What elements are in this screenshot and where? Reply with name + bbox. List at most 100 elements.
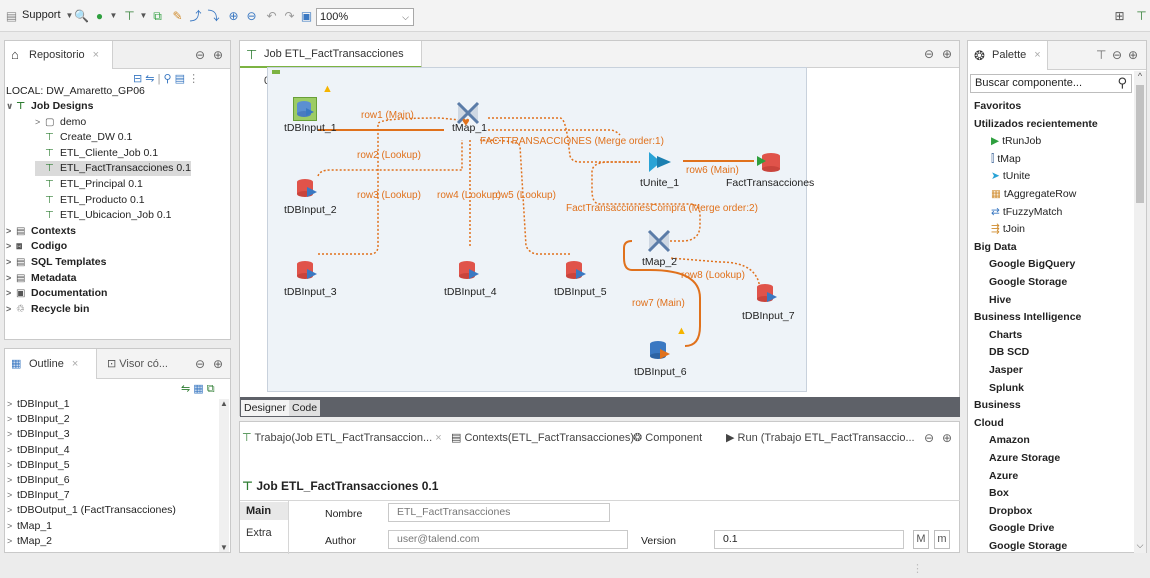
tdbinput-2-node[interactable]: [295, 177, 319, 201]
properties-panel: ⊤ Trabajo(Job ETL_FactTransaccion... × ▤…: [239, 421, 960, 554]
palette-category[interactable]: Jasper: [968, 361, 1125, 379]
maximize-icon[interactable]: ⊕: [1128, 48, 1138, 62]
tab-contexts[interactable]: ▤ Contexts(ETL_FactTransacciones): [451, 431, 634, 444]
nombre-field[interactable]: ETL_FactTransacciones: [388, 503, 610, 522]
palette-category[interactable]: Amazon: [968, 431, 1125, 449]
tab-designer[interactable]: Designer: [241, 400, 290, 416]
side-tab-main[interactable]: Main: [240, 502, 288, 520]
tab-code[interactable]: Code: [289, 400, 321, 416]
palette-category[interactable]: Cloud: [968, 414, 1125, 432]
palette-category[interactable]: Hive: [968, 291, 1125, 309]
version-field[interactable]: 0.1: [714, 530, 904, 549]
warning-icon[interactable]: ▲: [322, 83, 333, 95]
palette-item-label: Big Data: [974, 240, 1017, 253]
tunite-1-node[interactable]: [647, 150, 671, 174]
palette-category[interactable]: Utilizados recientemente: [968, 115, 1125, 133]
tab-component[interactable]: ❂ Component: [633, 431, 702, 444]
chevron-up-icon[interactable]: ^: [1134, 71, 1146, 81]
palette-component[interactable]: ➤ tUnite: [968, 167, 1125, 185]
palette-item-label: Favoritos: [974, 100, 1022, 112]
palette-item-label: Amazon: [989, 434, 1030, 447]
status-bar: ⋮: [0, 558, 1150, 578]
palette-category[interactable]: Google BigQuery: [968, 255, 1125, 273]
palette-item-label: tRunJob: [1002, 135, 1042, 148]
palette-item-label: Cloud: [974, 416, 1004, 429]
minor-version-button[interactable]: m: [934, 530, 950, 549]
palette-search-input[interactable]: Buscar componente...: [975, 77, 1082, 89]
filter-icon[interactable]: ⊤: [1096, 48, 1106, 62]
maximize-icon[interactable]: ⊕: [942, 431, 952, 445]
palette-component[interactable]: ⇄ tFuzzyMatch: [968, 203, 1125, 221]
palette-category[interactable]: Google Storage: [968, 537, 1125, 552]
flow-label-row5: row5 (Lookup): [492, 190, 556, 201]
close-icon[interactable]: ×: [435, 432, 441, 444]
palette-category[interactable]: DB SCD: [968, 343, 1125, 361]
tab-palette[interactable]: ❂ Palette ×: [968, 41, 1048, 70]
palette-category[interactable]: Google Storage: [968, 273, 1125, 291]
job-icon: ⊤: [242, 479, 253, 493]
palette-item-label: Google Storage: [989, 276, 1068, 288]
flow-label-row3: row3 (Lookup): [357, 190, 421, 201]
palette-category[interactable]: Favoritos: [968, 97, 1125, 115]
flow-label-row8: row8 (Lookup): [681, 270, 745, 281]
major-version-button[interactable]: M: [913, 530, 929, 549]
palette-component[interactable]: ▦ tAggregateRow: [968, 185, 1125, 203]
flow-label-row1: row1 (Main): [361, 110, 414, 121]
palette-component[interactable]: ▶ tRunJob: [968, 132, 1125, 150]
tab-job-properties[interactable]: ⊤ Trabajo(Job ETL_FactTransaccion... ×: [242, 431, 442, 444]
database-icon: [297, 101, 314, 117]
tdbinput-1-node[interactable]: [293, 97, 317, 121]
palette-item-label: Utilizados recientemente: [974, 117, 1098, 130]
run-job-icon: ▶: [991, 135, 1000, 148]
minimize-icon[interactable]: ⊖: [1112, 48, 1122, 62]
tdbinput-3-node[interactable]: [295, 259, 319, 283]
version-label: Version: [641, 535, 677, 547]
chevron-down-icon[interactable]: ⌵: [1134, 540, 1146, 551]
database-icon: [297, 179, 317, 197]
tdbinput-6-label: tDBInput_6: [634, 366, 687, 378]
search-icon[interactable]: ⚲: [1117, 75, 1127, 91]
unite-icon: [649, 152, 671, 172]
fuzzy-match-icon: ⇄: [991, 205, 1000, 218]
tmap-2-node[interactable]: [646, 228, 671, 253]
database-icon: [650, 341, 670, 359]
scroll-thumb[interactable]: [1136, 85, 1144, 203]
author-field[interactable]: user@talend.com: [388, 530, 628, 549]
tdbinput-7-node[interactable]: [755, 282, 779, 306]
database-icon: [757, 284, 777, 302]
palette-category[interactable]: Google Drive: [968, 519, 1125, 537]
palette-component[interactable]: ⫿ tMap: [968, 150, 1125, 168]
palette-category[interactable]: Business: [968, 396, 1125, 414]
tmap-1-label: tMap_1: [452, 122, 488, 134]
palette-category[interactable]: Charts: [968, 326, 1125, 344]
palette-category[interactable]: Azure Storage: [968, 449, 1125, 467]
palette-search[interactable]: Buscar componente... ⚲: [970, 74, 1132, 93]
fact-transacciones-node[interactable]: [757, 150, 781, 174]
database-icon: [459, 261, 479, 279]
palette-item-label: Dropbox: [989, 504, 1033, 517]
tdbinput-5-node[interactable]: [564, 259, 588, 283]
palette-component[interactable]: ⇶ tJoin: [968, 220, 1125, 238]
palette-category[interactable]: Azure: [968, 467, 1125, 485]
flow-label-fact1: FACTTRANSACCIONES (Merge order:1): [480, 136, 664, 147]
tdbinput-6-node[interactable]: [648, 339, 672, 363]
palette-category[interactable]: Splunk: [968, 379, 1125, 397]
palette-category[interactable]: Big Data: [968, 238, 1125, 256]
palette-category[interactable]: Business Intelligence: [968, 308, 1125, 326]
flow-row3: [318, 117, 461, 255]
palette-category[interactable]: Box: [968, 484, 1125, 502]
palette-panel: ❂ Palette × ⊤ ⊖ ⊕ Buscar componente... ⚲ …: [967, 40, 1147, 553]
warning-icon[interactable]: ▲: [676, 325, 687, 337]
tab-run[interactable]: ▶ Run (Trabajo ETL_FactTransaccio...: [726, 431, 915, 444]
tunite-1-label: tUnite_1: [640, 177, 680, 189]
palette-icon: ❂: [974, 48, 985, 63]
minimize-icon[interactable]: ⊖: [924, 431, 934, 445]
side-tab-extra[interactable]: Extra: [240, 524, 288, 542]
close-icon[interactable]: ×: [1034, 49, 1040, 61]
tdbinput-4-node[interactable]: [457, 259, 481, 283]
palette-scrollbar[interactable]: ^ ⌵: [1134, 71, 1146, 553]
tdbinput-2-label: tDBInput_2: [284, 204, 337, 216]
status-separator: ⋮: [912, 563, 923, 575]
palette-category[interactable]: Dropbox: [968, 502, 1125, 520]
palette-item-label: Azure Storage: [989, 452, 1061, 464]
